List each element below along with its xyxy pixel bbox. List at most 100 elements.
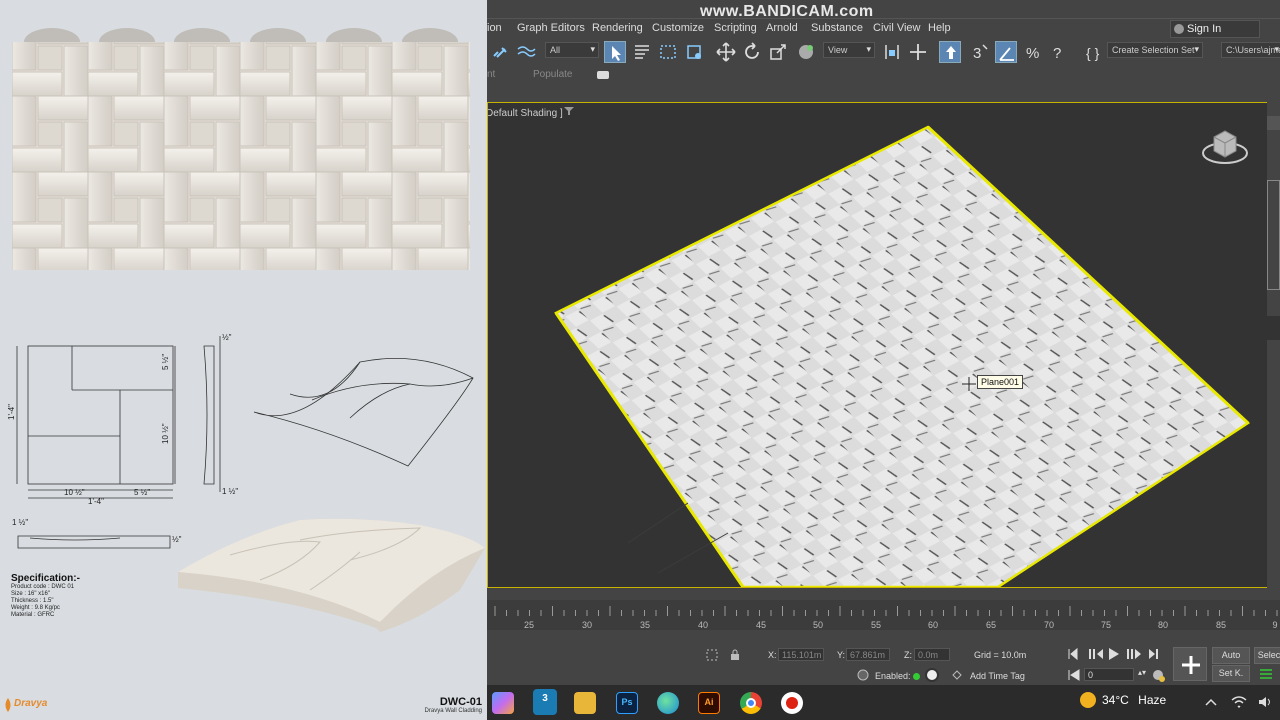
- scale-icon[interactable]: [767, 41, 789, 63]
- menu-customize[interactable]: Customize: [652, 22, 704, 34]
- snaps-toggle-icon[interactable]: 3: [969, 41, 991, 63]
- spinner-snap-icon[interactable]: ?: [1049, 41, 1071, 63]
- perspective-viewport[interactable]: Default Shading ] Plane001: [487, 102, 1279, 588]
- keyboard-shortcut-override-icon[interactable]: [939, 41, 961, 63]
- bind-spacewarp-icon[interactable]: [515, 41, 537, 63]
- menu-animation[interactable]: ion: [487, 22, 502, 34]
- ribbon-tab[interactable]: nt: [487, 69, 495, 80]
- 3dsmax-icon-label: 3: [542, 693, 548, 704]
- svg-text:1'-4": 1'-4": [88, 497, 104, 506]
- tick-label: 65: [985, 620, 997, 630]
- selected-key-filter[interactable]: Selec: [1254, 647, 1280, 664]
- spec-line: Size : 16" x16": [11, 591, 50, 597]
- sign-in-button[interactable]: Sign In: [1170, 20, 1260, 38]
- menu-help[interactable]: Help: [928, 22, 951, 34]
- track-bar[interactable]: 25 30 35 40 45 50 55 60 65 70 75 80 85 9: [487, 600, 1280, 630]
- menu-substance[interactable]: Substance: [811, 22, 863, 34]
- x-label: X:: [768, 650, 777, 660]
- tick-label: 9: [1272, 620, 1278, 630]
- tick-label: 40: [697, 620, 709, 630]
- wifi-icon[interactable]: [1231, 695, 1247, 709]
- copilot-icon[interactable]: [492, 692, 514, 714]
- command-panel: [1267, 102, 1280, 602]
- svg-text:%: %: [1026, 45, 1039, 62]
- link-icon[interactable]: [489, 41, 511, 63]
- spec-line: Thickness : 1.5": [11, 598, 54, 604]
- edge-icon[interactable]: [657, 692, 679, 714]
- spec-line: Weight : 9.8 Kg/pc: [11, 605, 60, 611]
- rotate-icon[interactable]: [741, 41, 763, 63]
- menu-rendering[interactable]: Rendering: [592, 22, 643, 34]
- photoshop-icon[interactable]: Ps: [616, 692, 638, 714]
- create-tab-icon[interactable]: [1267, 116, 1280, 130]
- reference-image: 5 ½" 10 ½" 1'-4" 10 ½" 5 ½" 1'-4" ½" 1 ½…: [0, 0, 487, 720]
- move-icon[interactable]: [715, 41, 737, 63]
- time-config-icon[interactable]: [1151, 668, 1165, 682]
- play-icon: [1109, 648, 1119, 660]
- select-object-icon[interactable]: [604, 41, 626, 63]
- previous-frame-icon: [1089, 649, 1103, 659]
- ribbon-toggle-icon[interactable]: [597, 71, 609, 79]
- viewcube-icon[interactable]: [1200, 123, 1250, 169]
- menu-scripting[interactable]: Scripting: [714, 22, 757, 34]
- cursor-crosshair-icon: [962, 377, 976, 391]
- weather-widget[interactable]: 34°C Haze: [1080, 692, 1167, 708]
- select-by-name-icon[interactable]: [631, 41, 653, 63]
- rect-selection-region-icon[interactable]: [657, 41, 679, 63]
- isolate-toggle-icon[interactable]: [925, 668, 939, 682]
- edit-named-selection-icon[interactable]: { }: [1083, 41, 1105, 63]
- absolute-mode-icon[interactable]: [705, 648, 719, 662]
- time-tag-icon[interactable]: [857, 669, 869, 681]
- product-description: Dravya Wall Cladding: [424, 708, 482, 714]
- project-path-field[interactable]: C:\Users\ajme: [1221, 42, 1280, 58]
- auto-key-button[interactable]: Auto: [1212, 647, 1250, 664]
- photoshop-icon-label: Ps: [621, 697, 633, 707]
- key-filters-icon[interactable]: [1258, 666, 1274, 682]
- menu-graph-editors[interactable]: Graph Editors: [517, 22, 585, 34]
- window-crossing-icon[interactable]: [683, 41, 705, 63]
- selection-filter-dropdown[interactable]: All: [545, 42, 599, 58]
- reference-coordinate-dropdown[interactable]: View: [823, 42, 875, 58]
- 3dsmax-icon[interactable]: 3: [533, 689, 557, 715]
- select-manipulate-icon[interactable]: [907, 41, 929, 63]
- command-panel-content[interactable]: [1267, 180, 1280, 290]
- brand-logo-icon: [5, 698, 11, 712]
- illustrator-icon-label: Ai: [704, 697, 714, 707]
- svg-text:10 ½": 10 ½": [64, 488, 85, 497]
- chevron-up-icon[interactable]: [1205, 697, 1217, 707]
- plane-object[interactable]: [488, 103, 1279, 588]
- placement-icon[interactable]: [795, 41, 817, 63]
- named-selection-set-dropdown[interactable]: Create Selection Set: [1107, 42, 1203, 58]
- add-time-tag[interactable]: Add Time Tag: [970, 671, 1025, 681]
- key-mode-icon[interactable]: [1067, 668, 1081, 682]
- menu-arnold[interactable]: Arnold: [766, 22, 798, 34]
- ribbon-tab-populate[interactable]: Populate: [533, 69, 572, 80]
- file-explorer-icon[interactable]: [574, 692, 596, 714]
- menu-civil-view[interactable]: Civil View: [873, 22, 920, 34]
- y-coordinate-field[interactable]: 67.861m: [846, 648, 890, 661]
- command-panel-scroll[interactable]: [1267, 316, 1280, 340]
- svg-text:1 ½": 1 ½": [222, 487, 238, 496]
- current-frame-field[interactable]: 0: [1084, 668, 1134, 681]
- tick-label: 85: [1215, 620, 1227, 630]
- angle-snap-icon[interactable]: [995, 41, 1017, 63]
- z-coordinate-field[interactable]: 0.0m: [914, 648, 950, 661]
- z-label: Z:: [904, 650, 912, 660]
- dimension-labels: 5 ½" 10 ½" 1'-4" 10 ½" 5 ½" 1'-4" ½" 1 ½…: [7, 333, 238, 544]
- set-key-button[interactable]: [1173, 647, 1207, 681]
- set-key-mode-button[interactable]: Set K.: [1212, 665, 1250, 682]
- chrome-icon[interactable]: [740, 692, 762, 714]
- status-bar: X: 115.101m Y: 67.861m Z: 0.0m Grid = 10…: [487, 630, 1280, 685]
- speaker-icon[interactable]: [1257, 695, 1273, 709]
- svg-text:1 ½": 1 ½": [12, 518, 28, 527]
- percent-snap-icon[interactable]: %: [1023, 41, 1045, 63]
- lock-selection-icon[interactable]: [730, 649, 740, 661]
- illustrator-icon[interactable]: Ai: [698, 692, 720, 714]
- frame-spinner-icon[interactable]: ▴▾: [1138, 668, 1148, 681]
- bandicam-icon[interactable]: [781, 692, 803, 714]
- svg-text:10 ½": 10 ½": [161, 423, 170, 444]
- x-coordinate-field[interactable]: 115.101m: [778, 648, 824, 661]
- weather-condition: Haze: [1138, 693, 1167, 707]
- pivot-icon[interactable]: [881, 41, 903, 63]
- tick-label: 60: [927, 620, 939, 630]
